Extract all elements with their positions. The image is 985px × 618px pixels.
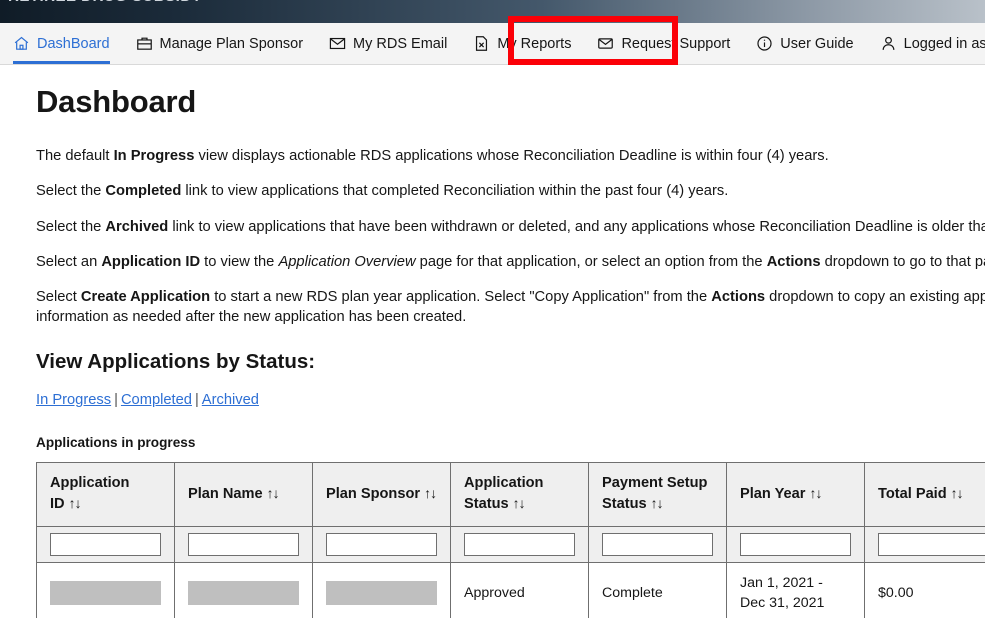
applications-table-head: Application ID ↑↓ Plan Name ↑↓ Plan Sponsor ↑… [36,461,985,527]
table-filter-cell [588,525,727,563]
intro-paragraph-2: Select the Completed link to view applic… [36,183,729,200]
table-row[interactable]: Approved Complete Jan 1, 2021 - Dec 31, 20… [36,561,985,618]
table-header-label: Application Status [464,475,544,512]
status-link-separator: | [114,391,118,408]
status-filter-links: In Progress | Completed | Archived [36,392,985,408]
table-header-plan-year[interactable]: Plan Year ↑↓ [726,461,865,527]
info-circle-icon [756,35,773,52]
nav-item-dashboard[interactable]: DashBoard [0,23,123,64]
nav-label-manage-plan-sponsor: Manage Plan Sponsor [159,35,304,52]
redacted-value [326,580,437,605]
table-header-label: Plan Sponsor [326,485,421,502]
document-x-icon [473,35,490,52]
status-link-separator: | [194,391,199,408]
applications-table-body: Approved Complete Jan 1, 2021 - Dec 31, 20… [36,525,985,618]
table-header-row: Application ID ↑↓ Plan Name ↑↓ Plan Sponsor ↑… [36,461,985,527]
sort-toggle-icon[interactable]: ↑↓ [951,485,964,501]
intro-paragraph-4: Select an Application ID to view the App… [36,253,985,270]
table-header-plan-name[interactable]: Plan Name ↑↓ [174,461,313,527]
sort-toggle-icon[interactable]: ↑↓ [424,485,437,501]
table-filter-cell [312,525,451,563]
table-cell [36,561,175,618]
brand-title: RETIREE DRUG SUBSIDY [8,0,202,5]
sort-toggle-icon[interactable]: ↑↓ [651,495,664,511]
main-navigation: DashBoard Manage Plan Sponsor My RDS Ema… [0,23,985,65]
nav-item-request-support[interactable]: Request Support [584,23,744,64]
nav-item-user-guide[interactable]: User Guide [743,23,866,64]
briefcase-icon [136,35,153,52]
logged-in-status[interactable]: Logged in as [867,23,985,64]
filter-input-plan-name[interactable] [188,532,299,556]
inbox-icon [597,35,614,52]
table-cell [312,561,451,618]
status-link-completed[interactable]: Completed [121,392,192,408]
user-icon [880,35,897,52]
table-filter-cell [864,525,985,563]
table-header-payment-setup-status[interactable]: Payment Setup Status ↑↓ [588,461,727,527]
table-cell: Complete [588,561,727,618]
status-link-archived[interactable]: Archived [202,392,259,408]
table-header-label: Plan Name [188,485,263,502]
logged-in-label: Logged in as [903,35,985,52]
nav-item-manage-plan-sponsor[interactable]: Manage Plan Sponsor [123,23,317,64]
nav-label-my-rds-email: My RDS Email [353,35,448,52]
sort-toggle-icon[interactable]: ↑↓ [809,485,822,501]
nav-item-my-rds-email[interactable]: My RDS Email [316,23,460,64]
envelope-icon [329,35,346,52]
intro-paragraph-5: Select Create Application to start a new… [36,289,985,326]
table-cell: Jan 1, 2021 - Dec 31, 2021 [726,561,865,618]
sort-toggle-icon[interactable]: ↑↓ [513,495,526,511]
app-screen: RETIREE DRUG SUBSIDY DashBoard Manage Pl… [0,0,985,618]
table-cell: Approved [450,561,589,618]
table-filter-row [36,525,985,563]
table-filter-cell [450,525,589,563]
filter-input-plan-sponsor[interactable] [326,532,437,556]
intro-paragraph-1: The default In Progress view displays ac… [36,148,829,164]
page-title: Dashboard [36,84,197,119]
intro-paragraphs: The default In Progress view displays ac… [36,146,985,328]
table-header-label: Total Paid [878,485,947,502]
redacted-value [50,580,161,605]
table-header-label: Application ID [50,475,130,512]
filter-input-application-id[interactable] [50,532,161,556]
table-filter-cell [174,525,313,563]
table-cell: $0.00 [864,561,985,618]
nav-label-dashboard: DashBoard [37,35,110,52]
home-icon [13,35,30,52]
table-caption: Applications in progress [36,434,196,450]
filter-input-application-status[interactable] [464,532,575,556]
table-header-total-paid[interactable]: Total Paid ↑↓ [864,461,985,527]
filter-input-plan-year[interactable] [740,532,851,556]
filter-input-payment-setup-status[interactable] [602,532,713,556]
main-content: Dashboard The default In Progress view d… [0,66,985,618]
section-title-view-by-status: View Applications by Status: [36,349,316,373]
sort-toggle-icon[interactable]: ↑↓ [69,495,82,511]
brand-banner: RETIREE DRUG SUBSIDY [0,0,985,23]
table-header-plan-sponsor[interactable]: Plan Sponsor ↑↓ [312,461,451,527]
filter-input-total-paid[interactable] [878,532,985,556]
nav-label-my-reports: My Reports [497,35,572,52]
table-cell [174,561,313,618]
table-filter-cell [36,525,175,563]
intro-paragraph-3: Select the Archived link to view applica… [36,218,985,235]
nav-label-request-support: Request Support [621,35,731,52]
table-header-application-id[interactable]: Application ID ↑↓ [36,461,175,527]
table-header-application-status[interactable]: Application Status ↑↓ [450,461,589,527]
sort-toggle-icon[interactable]: ↑↓ [267,485,280,501]
nav-label-user-guide: User Guide [780,35,854,52]
table-header-label: Plan Year [740,485,806,502]
table-filter-cell [726,525,865,563]
status-link-in-progress[interactable]: In Progress [36,392,111,408]
nav-item-my-reports[interactable]: My Reports [460,23,584,64]
redacted-value [188,580,299,605]
applications-table: Application ID ↑↓ Plan Name ↑↓ Plan Sponsor ↑… [36,461,985,618]
